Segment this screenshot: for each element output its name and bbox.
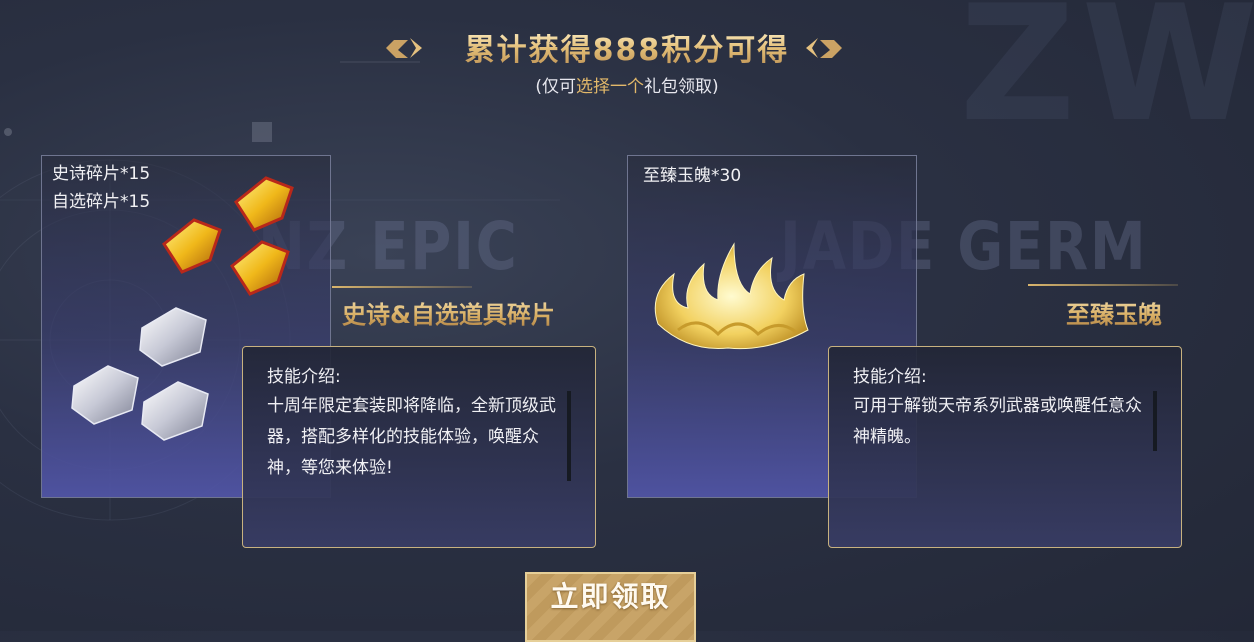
- subtitle-suffix: 礼包领取): [644, 77, 719, 97]
- description-title: 技能介绍:: [853, 363, 1159, 391]
- title-wing-left-icon: [338, 36, 422, 62]
- description-scrollbar[interactable]: [1153, 391, 1157, 451]
- gold-fragment-icon: [146, 164, 316, 309]
- item-label: 自选碎片*15: [52, 188, 150, 216]
- silver-fragment-icon: [68, 304, 218, 454]
- title-wing-right-icon: [806, 36, 890, 62]
- claim-button-label: 立即领取: [527, 562, 694, 632]
- description-scrollbar[interactable]: [567, 391, 571, 481]
- subtitle-highlight: 选择一个: [576, 77, 644, 97]
- name-divider: [1028, 284, 1178, 286]
- description-text: 可用于解锁天帝系列武器或唤醒任意众神精魄。: [853, 391, 1143, 453]
- name-divider: [332, 286, 472, 288]
- package-name: 至臻玉魄: [1066, 295, 1162, 330]
- package-item-list: 至臻玉魄*30: [643, 162, 741, 190]
- header: 累计获得888积分可得 (仅可选择一个礼包领取): [0, 28, 1254, 97]
- package-item-list: 史诗碎片*15 自选碎片*15: [52, 160, 150, 216]
- description-text: 十周年限定套装即将降临，全新顶级武器，搭配多样化的技能体验，唤醒众神，等您来体验…: [267, 391, 557, 484]
- package-name: 史诗&自选道具碎片: [342, 295, 555, 330]
- description-title: 技能介绍:: [267, 363, 573, 391]
- item-label: 史诗碎片*15: [52, 160, 150, 188]
- description-panel: 技能介绍: 十周年限定套装即将降临，全新顶级武器，搭配多样化的技能体验，唤醒众神…: [242, 346, 596, 548]
- description-panel: 技能介绍: 可用于解锁天帝系列武器或唤醒任意众神精魄。: [828, 346, 1182, 548]
- page-title: 累计获得888积分可得: [465, 28, 790, 74]
- subtitle: (仅可选择一个礼包领取): [0, 72, 1254, 97]
- item-label: 至臻玉魄*30: [643, 162, 741, 190]
- jade-flame-icon: [638, 234, 818, 364]
- subtitle-prefix: (仅可: [535, 77, 576, 97]
- claim-button[interactable]: 立即领取: [525, 572, 696, 642]
